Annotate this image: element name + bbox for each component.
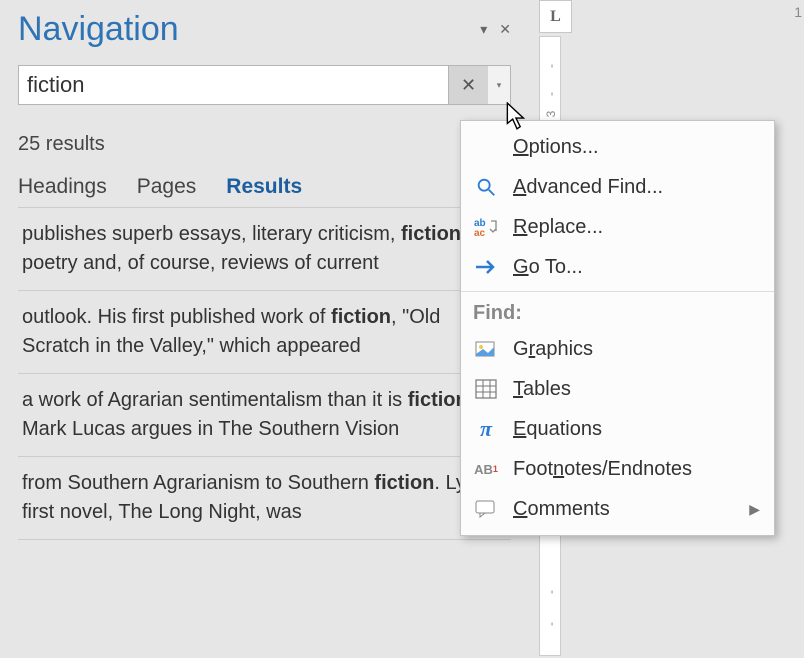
svg-text:ac: ac (474, 228, 486, 237)
result-pre: from Southern Agrarianism to Southern (22, 472, 374, 494)
result-pre: a work of Agrarian sentimentalism than i… (22, 389, 408, 411)
menu-label: Options... (513, 136, 599, 159)
tab-results[interactable]: Results (226, 175, 302, 199)
menu-label: Comments (513, 498, 610, 521)
equations-icon: π (473, 417, 499, 441)
pane-controls: ▾ ✕ (480, 21, 511, 38)
tab-headings[interactable]: Headings (18, 175, 107, 199)
search-input[interactable] (19, 66, 448, 104)
replace-icon: abac (473, 215, 499, 239)
menu-label: Replace... (513, 216, 603, 239)
result-item[interactable]: a work of Agrarian sentimentalism than i… (18, 374, 511, 457)
result-pre: outlook. His first published work of (22, 306, 331, 328)
result-pre: publishes superb essays, literary critic… (22, 223, 401, 245)
menu-label: Tables (513, 378, 571, 401)
menu-label: Go To... (513, 256, 583, 279)
result-hit: fiction (374, 472, 434, 494)
search-row: ✕ ▾ (18, 65, 511, 105)
navigation-pane: Navigation ▾ ✕ ✕ ▾ 25 results ▲ Headings… (0, 0, 529, 658)
arrow-right-icon (473, 255, 499, 279)
nav-tabs: Headings Pages Results (18, 175, 511, 199)
clear-search-button[interactable]: ✕ (448, 66, 488, 104)
menu-item-goto[interactable]: Go To... (461, 247, 774, 287)
pane-close-icon[interactable]: ✕ (499, 21, 511, 38)
ruler-tick: - (544, 57, 558, 75)
chevron-down-icon: ▾ (497, 80, 502, 91)
pane-header: Navigation ▾ ✕ (18, 10, 511, 49)
search-options-dropdown-button[interactable]: ▾ (488, 66, 510, 104)
menu-heading-find: Find: (461, 296, 774, 329)
menu-label: Footnotes/Endnotes (513, 458, 692, 481)
result-item[interactable]: outlook. His first published work of fic… (18, 291, 511, 374)
blank-icon (473, 135, 499, 159)
menu-item-footnotes[interactable]: AB1 Footnotes/Endnotes (461, 449, 774, 489)
comments-icon (473, 497, 499, 521)
search-options-menu: Options... Advanced Find... abac Replace… (460, 120, 775, 536)
close-icon: ✕ (461, 75, 476, 96)
ruler-tick: - (544, 583, 558, 601)
page-indicator: 1 (794, 4, 802, 20)
result-item[interactable]: publishes superb essays, literary critic… (18, 208, 511, 291)
menu-label: Equations (513, 418, 602, 441)
result-list: publishes superb essays, literary critic… (18, 207, 511, 540)
menu-item-replace[interactable]: abac Replace... (461, 207, 774, 247)
menu-item-options[interactable]: Options... (461, 127, 774, 167)
result-hit: fiction (331, 306, 391, 328)
menu-item-tables[interactable]: Tables (461, 369, 774, 409)
tab-pages[interactable]: Pages (137, 175, 197, 199)
ruler-tick: - (544, 615, 558, 633)
menu-label: Graphics (513, 338, 593, 361)
menu-item-comments[interactable]: Comments ▶ (461, 489, 774, 529)
footnotes-icon: AB1 (473, 457, 499, 481)
pane-options-dropdown-icon[interactable]: ▾ (480, 21, 487, 38)
menu-item-equations[interactable]: π Equations (461, 409, 774, 449)
result-hit: fiction (401, 223, 461, 245)
submenu-arrow-icon: ▶ (749, 501, 760, 518)
pane-title: Navigation (18, 10, 179, 49)
result-hit: fiction (408, 389, 468, 411)
tables-icon (473, 377, 499, 401)
search-icon (473, 175, 499, 199)
ruler-tick: - (544, 85, 558, 103)
results-info: 25 results ▲ (18, 131, 511, 157)
graphics-icon (473, 337, 499, 361)
menu-separator (461, 291, 774, 292)
tab-selector[interactable]: L (539, 0, 572, 33)
result-item[interactable]: from Southern Agrarianism to Southern fi… (18, 457, 511, 540)
results-count: 25 results (18, 133, 105, 156)
menu-label: Advanced Find... (513, 176, 663, 199)
menu-item-graphics[interactable]: Graphics (461, 329, 774, 369)
menu-item-advanced-find[interactable]: Advanced Find... (461, 167, 774, 207)
page-number: 1 (794, 4, 802, 20)
